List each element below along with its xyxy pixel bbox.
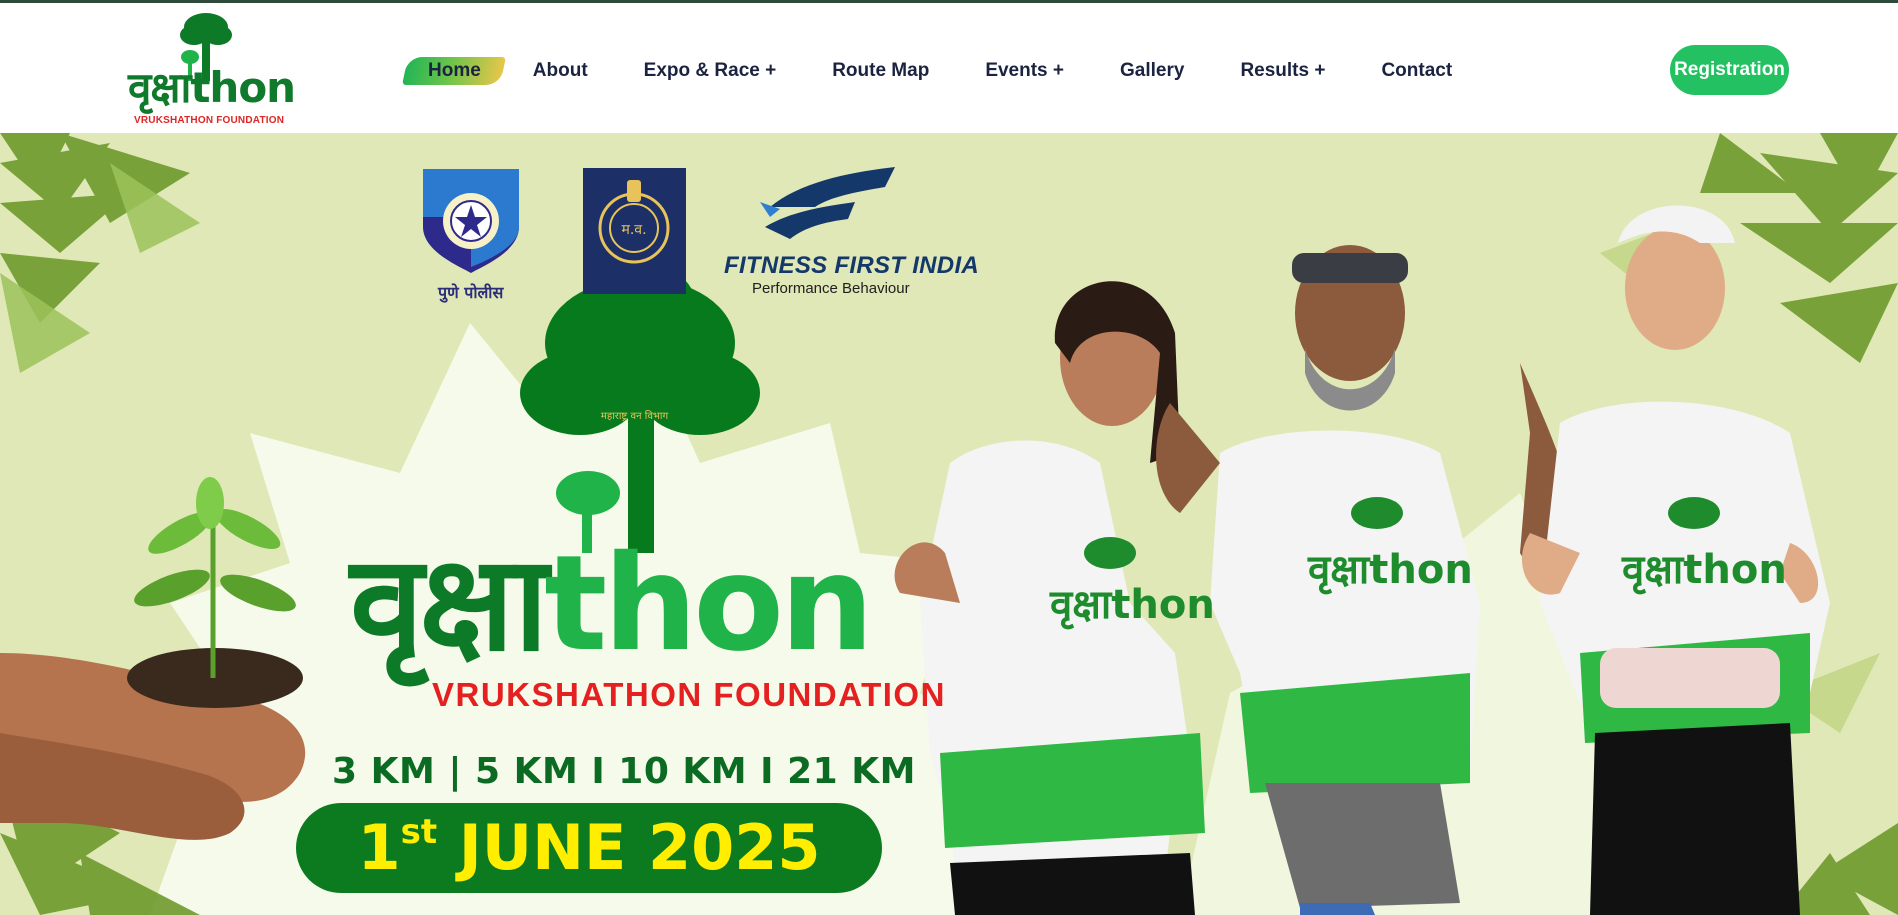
svg-text:वृक्षाthon: वृक्षाthon <box>1307 547 1473 595</box>
event-date-month-year: JUNE 2025 <box>458 811 821 884</box>
pune-police-logo <box>423 169 519 273</box>
logo-subtitle: VRUKSHATHON FOUNDATION <box>134 115 285 126</box>
event-date-badge: 1st JUNE 2025 <box>296 803 882 893</box>
forest-department-caption: महाराष्ट्र वन विभाग <box>600 411 669 422</box>
nav-route-map[interactable]: Route Map <box>832 55 929 87</box>
hero-title-devanagari: वृक्षा <box>350 527 548 681</box>
nav-home[interactable]: Home <box>402 57 506 85</box>
logo-wordmark: वृक्षाthon <box>128 63 296 112</box>
forest-department-logo: म.व. <box>583 168 686 294</box>
hero-foundation-name: VRUKSHATHON FOUNDATION <box>432 676 946 713</box>
hero-title: वृक्षाthon <box>350 538 874 670</box>
site-header: वृक्षाthon VRUKSHATHON FOUNDATION Home A… <box>0 3 1898 133</box>
svg-text:वृक्षाthon: वृक्षाthon <box>1049 582 1215 630</box>
nav-contact[interactable]: Contact <box>1381 55 1452 87</box>
nav-about[interactable]: About <box>533 55 588 87</box>
main-nav: Home About Expo & Race + Route Map Event… <box>402 55 1452 87</box>
event-date-suffix: st <box>400 812 438 852</box>
nav-expo-race[interactable]: Expo & Race + <box>644 55 777 87</box>
svg-text:वृक्षाthon: वृक्षाthon <box>1621 547 1787 595</box>
nav-gallery[interactable]: Gallery <box>1120 55 1184 87</box>
site-logo[interactable]: वृक्षाthon VRUKSHATHON FOUNDATION <box>126 11 296 126</box>
fitness-first-logo <box>760 167 895 239</box>
svg-text:म.व.: म.व. <box>621 222 646 238</box>
nav-results[interactable]: Results + <box>1240 55 1325 87</box>
hero-banner: वृक्षाthon वृक्षाthon वृक्षाthon पुणे पो… <box>0 133 1898 915</box>
hero-title-latin: thon <box>544 527 874 681</box>
nav-events[interactable]: Events + <box>985 55 1064 87</box>
fitness-first-subtitle: Performance Behaviour <box>752 280 910 297</box>
registration-button[interactable]: Registration <box>1670 45 1789 95</box>
event-date-day: 1 <box>357 811 401 884</box>
hero-background-art: वृक्षाthon वृक्षाthon वृक्षाthon <box>0 133 1898 915</box>
fitness-first-title: FITNESS FIRST INDIA <box>724 252 980 279</box>
race-distances: 3 KM | 5 KM I 10 KM I 21 KM <box>332 751 916 792</box>
pune-police-caption: पुणे पोलीस <box>438 283 504 302</box>
